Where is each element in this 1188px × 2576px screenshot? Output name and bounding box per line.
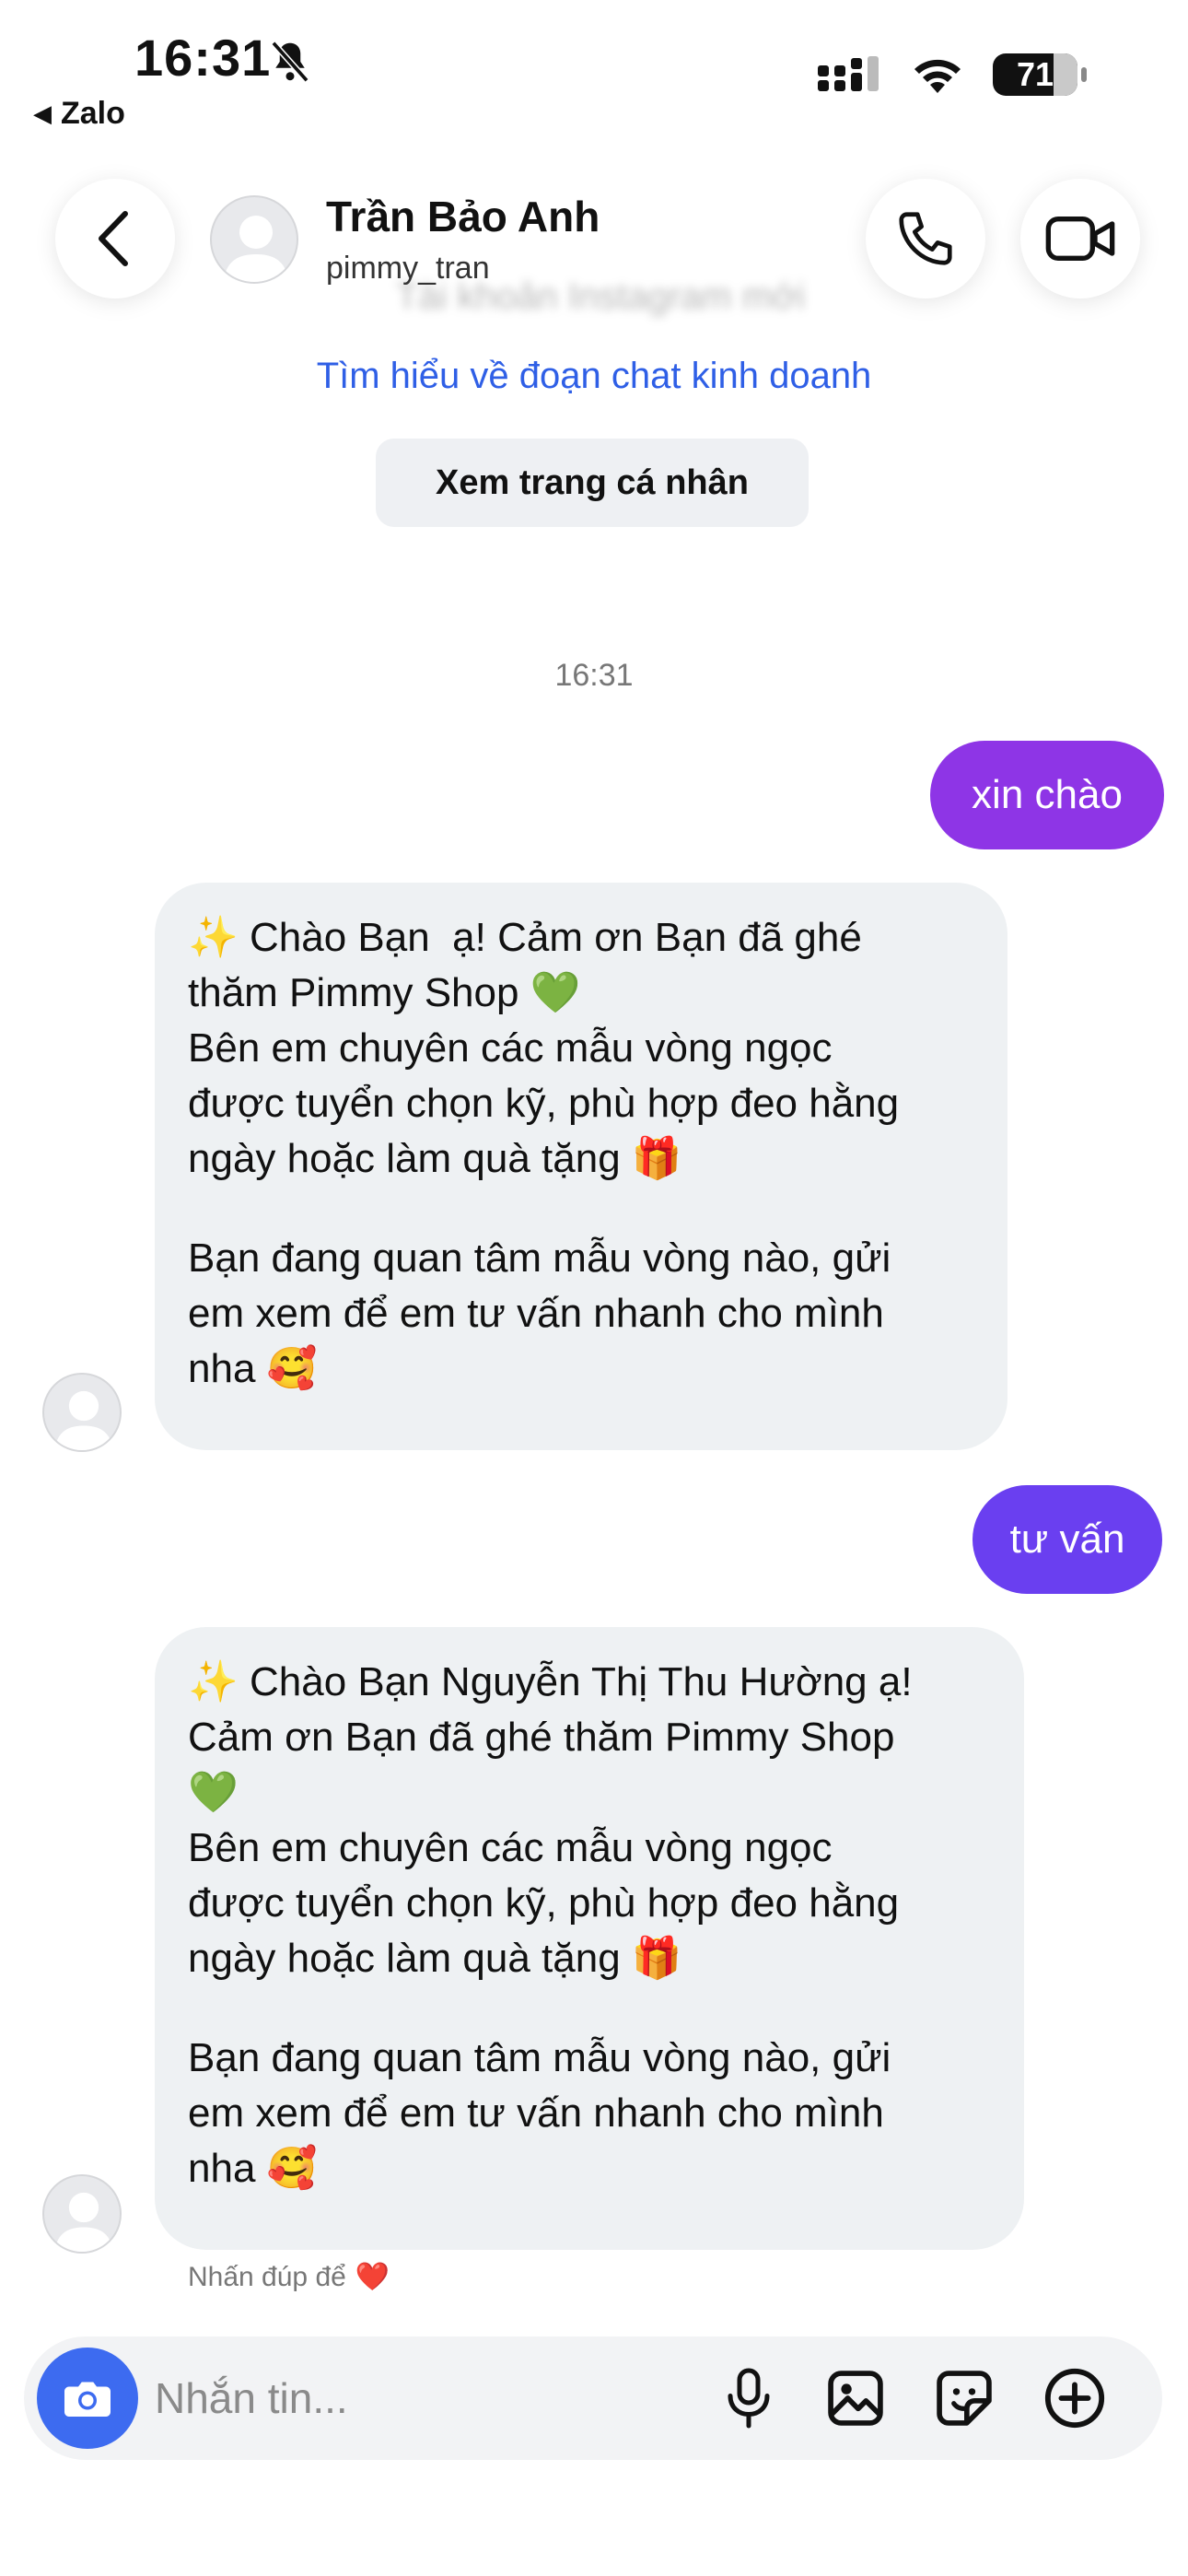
cellular-signal-icon: [818, 56, 879, 91]
back-app-label: Zalo: [61, 96, 125, 131]
message-line: 💚: [188, 1770, 239, 1815]
incoming-message[interactable]: ✨ Chào Bạn ạ! Cảm ơn Bạn đã ghé thăm Pim…: [155, 883, 1007, 1450]
heart-icon: ❤️: [355, 2261, 390, 2293]
message-composer: [24, 2336, 1162, 2460]
video-camera-icon: [1045, 217, 1115, 261]
message-input[interactable]: [155, 2366, 615, 2430]
default-avatar-icon: [54, 2192, 113, 2252]
message-line: ngày hoặc làm quà tặng 🎁: [188, 1936, 682, 1981]
contact-avatar[interactable]: [210, 195, 298, 284]
message-line: Bên em chuyên các mẫu vòng ngọc: [188, 1025, 833, 1071]
status-indicators: 71: [818, 53, 1087, 96]
view-profile-button[interactable]: Xem trang cá nhân: [376, 439, 809, 527]
message-line: ngày hoặc làm quà tặng 🎁: [188, 1136, 682, 1181]
message-line: Bạn đang quan tâm mẫu vòng nào, gửi: [188, 2035, 891, 2080]
default-avatar-icon: [54, 1390, 113, 1450]
message-line: được tuyển chọn kỹ, phù hợp đeo hằng: [188, 1880, 900, 1926]
message-line: em xem để em tư vấn nhanh cho mình: [188, 1291, 884, 1336]
message-line: ✨ Chào Bạn Nguyễn Thị Thu Hường ạ!: [188, 1659, 913, 1704]
business-chat-info-link[interactable]: Tìm hiểu về đoạn chat kinh doanh: [0, 356, 1188, 397]
message-line: Cảm ơn Bạn đã ghé thăm Pimmy Shop: [188, 1715, 895, 1760]
message-line-blank: [188, 1187, 974, 1231]
back-to-app-link[interactable]: ◀ Zalo: [33, 96, 125, 132]
voice-message-button[interactable]: [715, 2364, 783, 2432]
outgoing-message[interactable]: xin chào: [930, 741, 1164, 849]
message-line: ✨ Chào Bạn ạ! Cảm ơn Bạn đã ghé: [188, 915, 862, 960]
message-line: Bạn đang quan tâm mẫu vòng nào, gửi: [188, 1235, 891, 1281]
chat-screen: 16:31 ◀ Zalo 71 Tài khoản Instagram mới …: [0, 0, 1188, 2576]
message-line: em xem để em tư vấn nhanh cho mình: [188, 2090, 884, 2136]
contact-handle: pimmy_tran: [326, 251, 490, 286]
wifi-icon: [914, 59, 961, 93]
more-options-button[interactable]: [1041, 2364, 1109, 2432]
chevron-left-icon: [99, 211, 128, 266]
voice-call-button[interactable]: [866, 179, 985, 299]
message-line: được tuyển chọn kỹ, phù hợp đeo hằng: [188, 1081, 900, 1126]
message-line-blank: [188, 1986, 991, 2031]
microphone-icon: [728, 2368, 770, 2429]
gallery-button[interactable]: [821, 2364, 890, 2432]
video-call-button[interactable]: [1020, 179, 1140, 299]
image-icon: [828, 2371, 883, 2426]
back-triangle-icon: ◀: [33, 100, 52, 127]
camera-icon: [64, 2382, 111, 2417]
plus-circle-icon: [1044, 2368, 1105, 2429]
message-line: thăm Pimmy Shop 💚: [188, 970, 581, 1015]
phone-icon: [899, 212, 952, 265]
sticker-icon: [937, 2371, 992, 2426]
message-line: nha 🥰: [188, 1346, 318, 1391]
status-time: 16:31: [134, 29, 272, 87]
outgoing-message[interactable]: tư vấn: [973, 1485, 1162, 1594]
double-tap-hint: Nhấn đúp để ❤️: [188, 2261, 390, 2293]
battery-level: 71: [1016, 55, 1054, 93]
incoming-message[interactable]: ✨ Chào Bạn Nguyễn Thị Thu Hường ạ! Cảm ơ…: [155, 1627, 1024, 2250]
chat-timestamp: 16:31: [554, 658, 634, 693]
contact-name[interactable]: Trần Bảo Anh: [326, 192, 600, 241]
message-line: Bên em chuyên các mẫu vòng ngọc: [188, 1825, 833, 1870]
default-avatar-icon: [223, 216, 289, 282]
sender-avatar[interactable]: [42, 1373, 122, 1452]
sticker-button[interactable]: [930, 2364, 998, 2432]
double-tap-hint-text: Nhấn đúp để: [188, 2261, 346, 2292]
sender-avatar[interactable]: [42, 2174, 122, 2254]
battery-icon: 71: [993, 53, 1087, 96]
back-button[interactable]: [55, 179, 175, 299]
camera-button[interactable]: [37, 2348, 138, 2449]
bell-muted-icon: [271, 41, 309, 83]
message-line: nha 🥰: [188, 2146, 318, 2191]
